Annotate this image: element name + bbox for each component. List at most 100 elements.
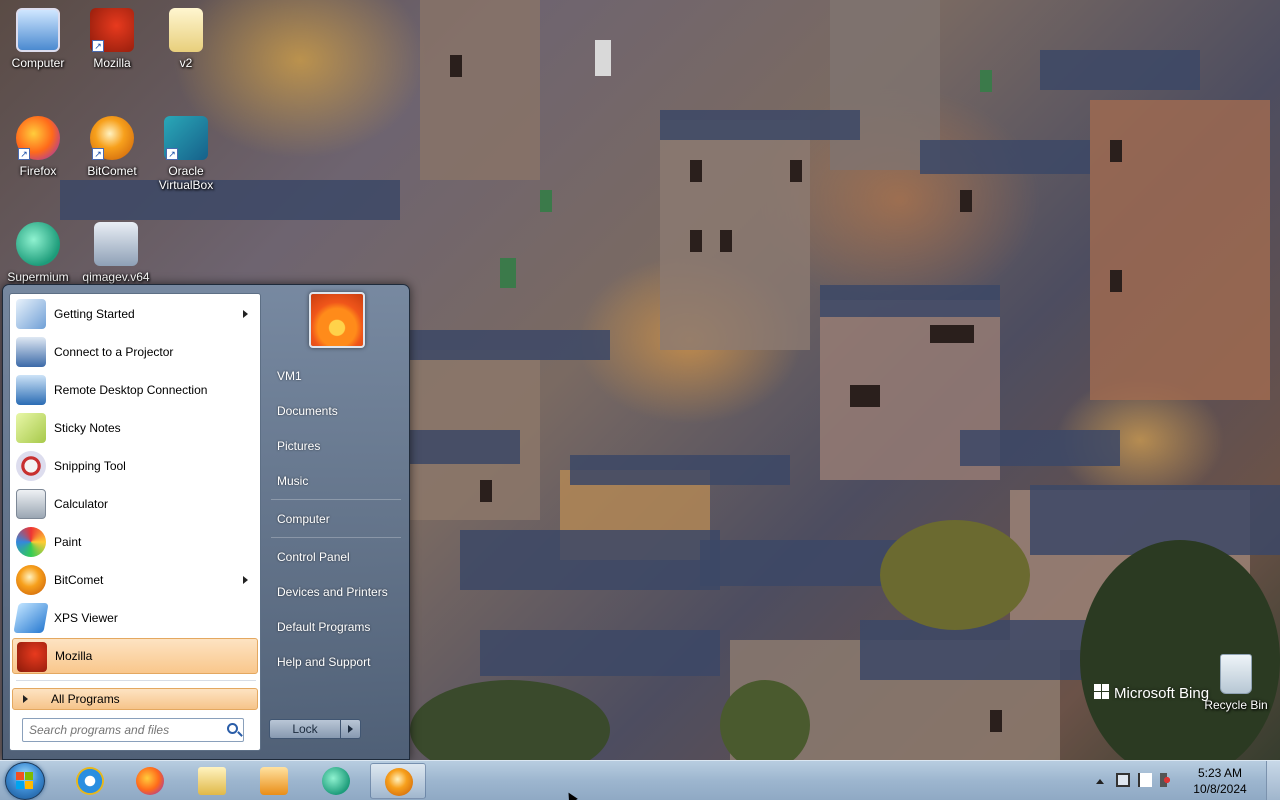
right-item-vm1[interactable]: VM1 [269, 361, 405, 391]
program-xps-viewer[interactable]: XPS Viewer [12, 600, 258, 636]
desktop-icon-virtualbox[interactable]: ↗ Oracle VirtualBox [148, 116, 224, 192]
program-mozilla[interactable]: Mozilla [12, 638, 258, 674]
right-item-help-support[interactable]: Help and Support [269, 647, 405, 677]
system-tray: 5:23 AM 10/8/2024 [1090, 761, 1280, 800]
desktop-icon-bitcomet[interactable]: ↗ BitComet [74, 116, 150, 178]
network-icon[interactable] [1116, 773, 1130, 787]
paint-icon [16, 527, 46, 557]
search-icon[interactable] [227, 723, 238, 734]
program-sticky-notes[interactable]: Sticky Notes [12, 410, 258, 446]
clock-date: 10/8/2024 [1193, 782, 1247, 796]
supermium-icon [322, 767, 350, 795]
folder-icon [169, 8, 203, 52]
action-center-flag-icon[interactable] [1138, 773, 1152, 787]
desktop-icon-label: BitComet [87, 164, 137, 178]
desktop-icon-v2[interactable]: v2 [148, 8, 224, 70]
shutdown-options-arrow[interactable] [340, 720, 360, 738]
firefox-icon: ↗ [16, 116, 60, 160]
submenu-arrow-icon [243, 576, 248, 584]
media-player-icon [260, 767, 288, 795]
user-picture[interactable] [309, 292, 365, 348]
recycle-bin-icon [1220, 654, 1252, 694]
programs-divider [16, 680, 256, 681]
right-divider [271, 537, 401, 538]
desktop-icon-label: qimagev.v64 [82, 270, 150, 284]
shortcut-arrow-icon: ↗ [92, 148, 104, 160]
file-explorer-icon [198, 767, 226, 795]
calculator-icon [16, 489, 46, 519]
desktop-icon-recycle-bin[interactable]: Recycle Bin [1198, 654, 1274, 712]
right-item-computer[interactable]: Computer [269, 504, 405, 534]
firefox-icon [136, 767, 164, 795]
supermium-icon [16, 222, 60, 266]
program-getting-started[interactable]: Getting Started [12, 296, 258, 332]
bitcomet-icon [385, 768, 413, 796]
desktop-icon-label: v2 [179, 56, 193, 70]
virtualbox-icon: ↗ [164, 116, 208, 160]
submenu-arrow-icon [243, 310, 248, 318]
desktop-icon-label: Recycle Bin [1204, 698, 1268, 712]
lock-button[interactable]: Lock [269, 719, 361, 739]
program-connect-projector[interactable]: Connect to a Projector [12, 334, 258, 370]
desktop-icon-label: Computer [11, 56, 65, 70]
right-item-default-programs[interactable]: Default Programs [269, 612, 405, 642]
shortcut-arrow-icon: ↗ [92, 40, 104, 52]
program-remote-desktop[interactable]: Remote Desktop Connection [12, 372, 258, 408]
xps-viewer-icon [13, 603, 49, 633]
desktop-icon-label: Supermium [7, 270, 69, 284]
search-input[interactable] [29, 720, 219, 740]
start-menu: Getting Started Connect to a Projector R… [2, 284, 410, 760]
sticky-notes-icon [16, 413, 46, 443]
bing-watermark: Microsoft Bing [1094, 684, 1209, 702]
desktop-icon-label: Firefox [19, 164, 57, 178]
taskbar-firefox[interactable] [122, 763, 178, 799]
remote-desktop-icon [16, 375, 46, 405]
desktop-icon-computer[interactable]: Computer [0, 8, 76, 70]
right-item-music[interactable]: Music [269, 466, 405, 496]
taskbar-file-explorer[interactable] [184, 763, 240, 799]
desktop-icon-qimagev[interactable]: qimagev.v64 [78, 222, 154, 284]
desktop-icon-supermium[interactable]: Supermium [0, 222, 76, 284]
computer-icon [16, 8, 60, 52]
right-item-documents[interactable]: Documents [269, 396, 405, 426]
mozilla-icon [17, 642, 47, 672]
system-clock[interactable]: 5:23 AM 10/8/2024 [1190, 765, 1250, 797]
program-calculator[interactable]: Calculator [12, 486, 258, 522]
right-item-control-panel[interactable]: Control Panel [269, 542, 405, 572]
taskbar-supermium[interactable] [308, 763, 364, 799]
shortcut-arrow-icon: ↗ [166, 148, 178, 160]
right-item-pictures[interactable]: Pictures [269, 431, 405, 461]
windows-logo-icon [16, 772, 34, 790]
mozilla-icon: ↗ [90, 8, 134, 52]
desktop-icon-mozilla[interactable]: ↗ Mozilla [74, 8, 150, 70]
start-button[interactable] [5, 762, 45, 800]
shortcut-arrow-icon: ↗ [18, 148, 30, 160]
show-desktop-button[interactable] [1266, 761, 1280, 800]
desktop-icon-label: Mozilla [93, 56, 131, 70]
taskbar-bitcomet[interactable] [370, 763, 426, 799]
arrow-right-icon [23, 695, 28, 703]
taskbar: 5:23 AM 10/8/2024 [0, 760, 1280, 800]
search-box[interactable] [22, 718, 244, 742]
all-programs-button[interactable]: All Programs [12, 688, 258, 710]
program-bitcomet[interactable]: BitComet [12, 562, 258, 598]
desktop-icon-label: Oracle VirtualBox [158, 164, 214, 192]
program-paint[interactable]: Paint [12, 524, 258, 560]
right-divider [271, 499, 401, 500]
program-snipping-tool[interactable]: Snipping Tool [12, 448, 258, 484]
taskbar-media-player[interactable] [246, 763, 302, 799]
show-hidden-icons-icon[interactable] [1096, 779, 1104, 784]
bitcomet-icon [16, 565, 46, 595]
clock-time: 5:23 AM [1197, 766, 1243, 780]
desktop-icon-firefox[interactable]: ↗ Firefox [0, 116, 76, 178]
internet-explorer-icon [76, 767, 104, 795]
programs-pane: Getting Started Connect to a Projector R… [9, 293, 261, 751]
bitcomet-icon: ↗ [90, 116, 134, 160]
right-item-devices-printers[interactable]: Devices and Printers [269, 577, 405, 607]
snipping-tool-icon [16, 451, 46, 481]
volume-muted-icon[interactable] [1160, 773, 1174, 787]
microsoft-logo-icon [1094, 684, 1110, 700]
taskbar-internet-explorer[interactable] [62, 763, 118, 799]
getting-started-icon [16, 299, 46, 329]
installer-icon [94, 222, 138, 266]
